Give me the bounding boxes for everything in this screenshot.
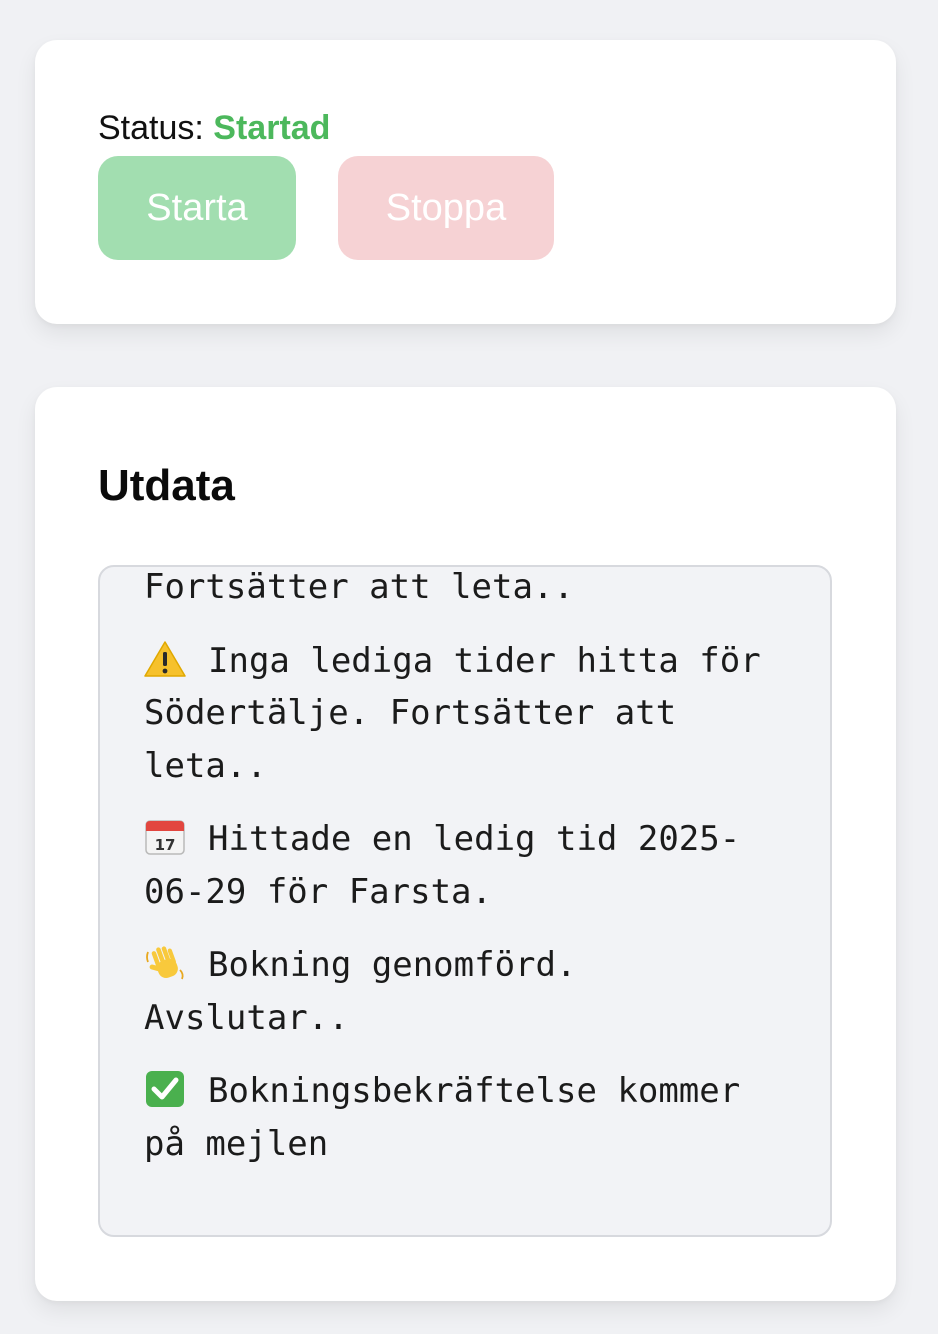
log-line-text: Bokningsbekräftelse kommer på mejlen xyxy=(144,1071,741,1164)
output-panel: Utdata Fortsätter att leta.. Inga lediga… xyxy=(35,387,896,1301)
log-line-text: Inga lediga tider hitta för Södertälje. … xyxy=(144,640,761,786)
status-value: Startad xyxy=(213,109,331,147)
log-line: 17 Hittade en ledig tid 2025-06-29 för F… xyxy=(144,813,790,918)
stop-button[interactable]: Stoppa xyxy=(338,156,554,260)
check-mark-icon xyxy=(144,1070,186,1108)
status-label: Status: xyxy=(98,109,204,147)
output-title: Utdata xyxy=(98,461,235,510)
log-line: Fortsätter att leta.. xyxy=(144,567,790,614)
warning-icon xyxy=(144,640,186,678)
log-line: Inga lediga tider hitta för Södertälje. … xyxy=(144,635,790,793)
output-log[interactable]: Fortsätter att leta.. Inga lediga tider … xyxy=(98,565,832,1237)
control-panel: Status: Startad Starta Stoppa xyxy=(35,40,896,324)
waving-hand-icon xyxy=(144,944,186,982)
svg-text:17: 17 xyxy=(155,836,176,854)
log-line-text: Fortsätter att leta.. xyxy=(144,567,574,607)
log-line: Bokning genomförd. Avslutar.. xyxy=(144,939,790,1044)
start-button[interactable]: Starta xyxy=(98,156,296,260)
status-line: Status: Startad xyxy=(98,108,330,148)
log-line-text: Bokning genomförd. Avslutar.. xyxy=(144,945,577,1038)
log-line-text: Hittade en ledig tid 2025-06-29 för Fars… xyxy=(144,819,741,912)
log-line: Bokningsbekräftelse kommer på mejlen xyxy=(144,1065,790,1170)
calendar-icon: 17 xyxy=(144,818,186,856)
